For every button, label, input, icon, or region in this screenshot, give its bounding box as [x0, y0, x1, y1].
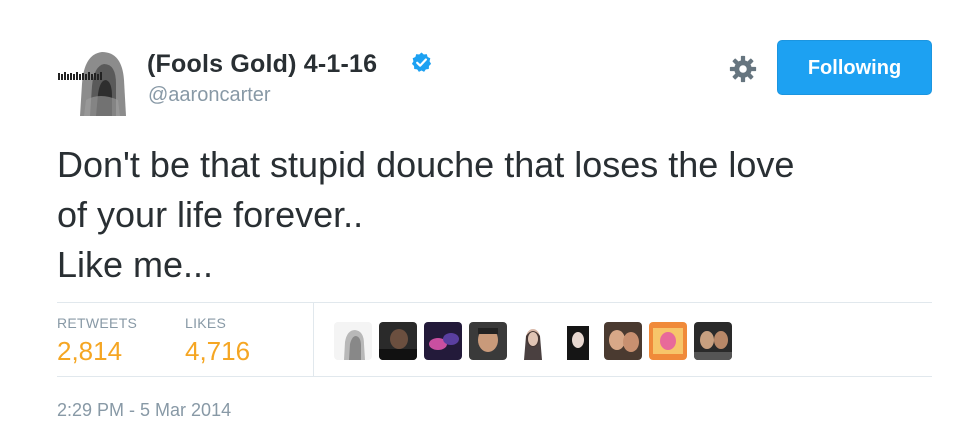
- tweet-card: (Fools Gold) 4-1-16 @aaroncarter Followi…: [0, 0, 980, 427]
- display-name[interactable]: (Fools Gold) 4-1-16: [147, 50, 377, 79]
- liker-avatar[interactable]: [649, 322, 687, 360]
- liker-avatar[interactable]: [424, 322, 462, 360]
- hooded-figure-avatar-icon: [56, 40, 132, 116]
- likes-stat[interactable]: LIKES 4,716: [185, 315, 250, 367]
- tweet-text: Don't be that stupid douche that loses t…: [57, 140, 957, 290]
- liker-avatar[interactable]: [334, 322, 372, 360]
- gear-icon[interactable]: [728, 54, 758, 84]
- liker-avatar[interactable]: [469, 322, 507, 360]
- likes-label: LIKES: [185, 315, 227, 331]
- divider: [57, 376, 932, 377]
- tweet-timestamp[interactable]: 2:29 PM - 5 Mar 2014: [57, 400, 231, 421]
- liker-avatar[interactable]: [559, 322, 597, 360]
- retweets-label: RETWEETS: [57, 315, 138, 331]
- profile-avatar[interactable]: [56, 40, 132, 116]
- retweets-count: 2,814: [57, 336, 123, 366]
- user-handle[interactable]: @aaroncarter: [148, 84, 271, 107]
- verified-badge-icon: [411, 52, 432, 72]
- tweet-text-line: of your life forever..: [57, 194, 364, 235]
- divider: [57, 302, 932, 303]
- likes-count: 4,716: [185, 336, 251, 366]
- liker-avatar[interactable]: [379, 322, 417, 360]
- following-button[interactable]: Following: [777, 40, 932, 95]
- retweets-stat[interactable]: RETWEETS 2,814: [57, 315, 137, 367]
- liker-avatar[interactable]: [694, 322, 732, 360]
- liker-avatar[interactable]: [604, 322, 642, 360]
- tweet-text-line: Don't be that stupid douche that loses t…: [57, 144, 795, 185]
- liker-avatar[interactable]: [514, 322, 552, 360]
- stats-divider: [313, 303, 314, 376]
- tweet-text-line: Like me...: [57, 244, 214, 285]
